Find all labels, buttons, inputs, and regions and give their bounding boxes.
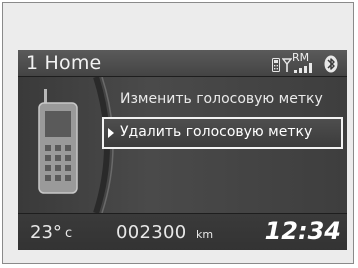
footer-bar: 23° c 002300 km 12:34	[18, 213, 347, 250]
odometer-unit: km	[196, 228, 214, 241]
odometer: 002300	[116, 222, 187, 243]
signal-strength-icon	[294, 63, 312, 73]
display-frame: 1 Home RM Изменить голосовую метку Удали…	[2, 2, 354, 264]
menu-item-change-voice-tag[interactable]: Изменить голосовую метку	[120, 91, 323, 113]
menu-item-delete-voice-tag[interactable]: Удалить голосовую метку	[102, 117, 343, 149]
menu-item-label: Изменить голосовую метку	[120, 91, 323, 107]
phonebook-entry-title: 1 Home	[26, 52, 102, 74]
menu-item-label: Удалить голосовую метку	[120, 124, 313, 140]
mobile-phone-icon	[38, 89, 78, 194]
bluetooth-icon	[324, 55, 338, 73]
outside-temperature: 23°	[30, 222, 62, 243]
header-bar: 1 Home RM	[18, 50, 347, 77]
temperature-unit: c	[65, 226, 73, 241]
clock: 12:34	[264, 217, 341, 245]
antenna-icon	[282, 58, 292, 72]
menu-area: Изменить голосовую метку Удалить голосов…	[18, 77, 347, 213]
selection-arrow-icon	[108, 128, 114, 138]
status-icons: RM	[272, 51, 342, 74]
audio-info-screen: 1 Home RM Изменить голосовую метку Удали…	[18, 50, 347, 250]
phone-status-icon	[272, 58, 280, 72]
